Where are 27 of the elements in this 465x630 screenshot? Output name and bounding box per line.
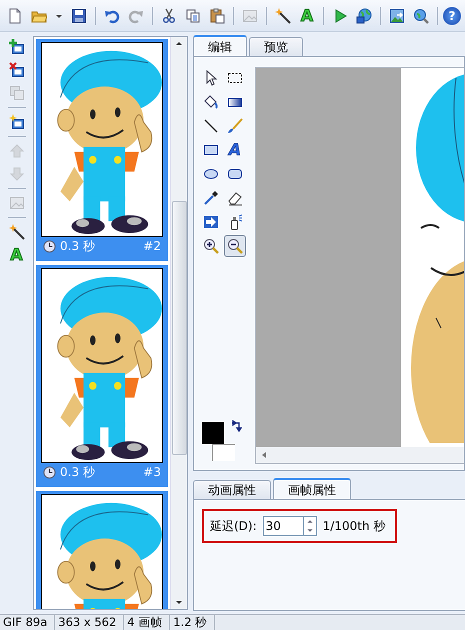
frame-card[interactable]: 0.3 秒 #3: [36, 265, 168, 487]
tab[interactable]: 编辑: [193, 35, 247, 56]
tab[interactable]: 动画属性: [193, 480, 271, 499]
delay-label: 延迟(D):: [210, 518, 257, 534]
scrollbar[interactable]: [170, 37, 187, 609]
scroll-left-icon[interactable]: [260, 450, 268, 460]
background-color-swatch[interactable]: [212, 444, 235, 461]
frame-delay: 0.3 秒: [60, 464, 95, 480]
status-text: 1.2 秒: [170, 615, 216, 630]
frame-card[interactable]: 0.3 秒 #2: [36, 39, 168, 261]
status-text: 4 画帧: [124, 615, 170, 630]
status-text: 363 x 562: [55, 615, 124, 630]
delay-input[interactable]: 30: [262, 516, 303, 536]
tab[interactable]: 画帧属性: [273, 478, 351, 499]
tab[interactable]: 预览: [249, 37, 303, 56]
status-text: GIF 89a: [0, 615, 56, 630]
frame-delay: 0.3 秒: [60, 238, 95, 254]
clock-icon: [43, 240, 56, 252]
frame-number: #2: [143, 239, 161, 253]
foreground-color-swatch[interactable]: [202, 422, 224, 444]
scrollbar[interactable]: [256, 447, 464, 463]
frame-number: #3: [143, 465, 161, 479]
swap-colors-icon[interactable]: [230, 420, 242, 434]
delay-unit: 1/100th 秒: [322, 518, 386, 534]
clock-icon: [43, 466, 56, 478]
help-icon[interactable]: ?: [443, 6, 461, 24]
zoom-out-icon[interactable]: [224, 235, 246, 257]
